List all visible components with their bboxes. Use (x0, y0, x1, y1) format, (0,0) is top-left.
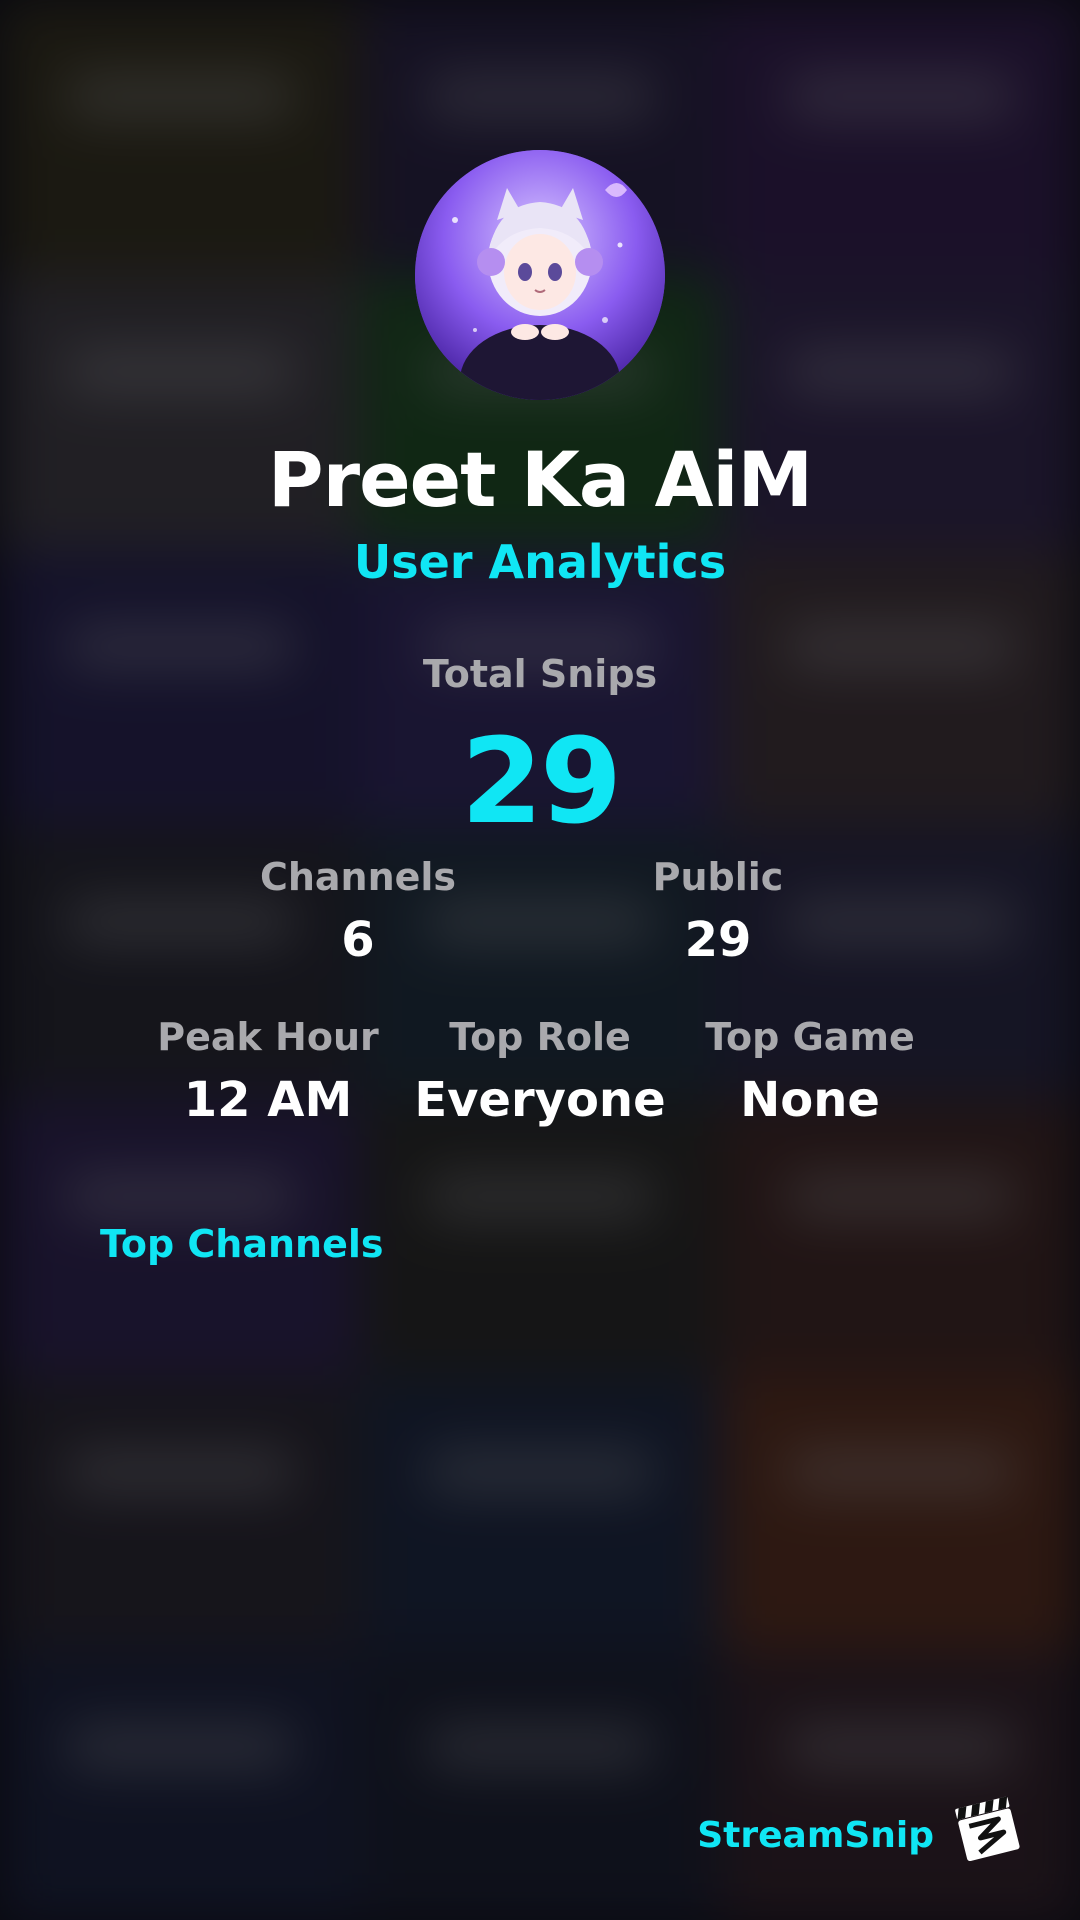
brand-name: StreamSnip (697, 1815, 934, 1856)
peak-hour-label: Peak Hour (157, 1015, 379, 1059)
public-label: Public (652, 855, 784, 899)
page-subtitle: User Analytics (353, 535, 727, 589)
public-value: 29 (684, 912, 752, 968)
analytics-card: Preet Ka AiM User Analytics Total Snips … (0, 0, 1080, 1920)
clapperboard-icon-graphic (955, 1796, 1020, 1862)
avatar (415, 150, 665, 400)
total-snips-label: Total Snips (422, 652, 658, 696)
page-title: Preet Ka AiM (267, 435, 813, 524)
channels-value: 6 (341, 912, 375, 968)
total-snips-value: 29 (460, 712, 622, 850)
peak-hour-value: 12 AM (183, 1072, 353, 1128)
clapperboard-icon (950, 1790, 1024, 1864)
channels-label: Channels (259, 855, 457, 899)
top-role-value: Everyone (414, 1072, 666, 1128)
top-role-label: Top Role (449, 1015, 631, 1059)
top-game-value: None (740, 1072, 880, 1128)
top-channels-heading: Top Channels (100, 1222, 384, 1266)
avatar-illustration (415, 150, 665, 400)
top-game-label: Top Game (705, 1015, 915, 1059)
